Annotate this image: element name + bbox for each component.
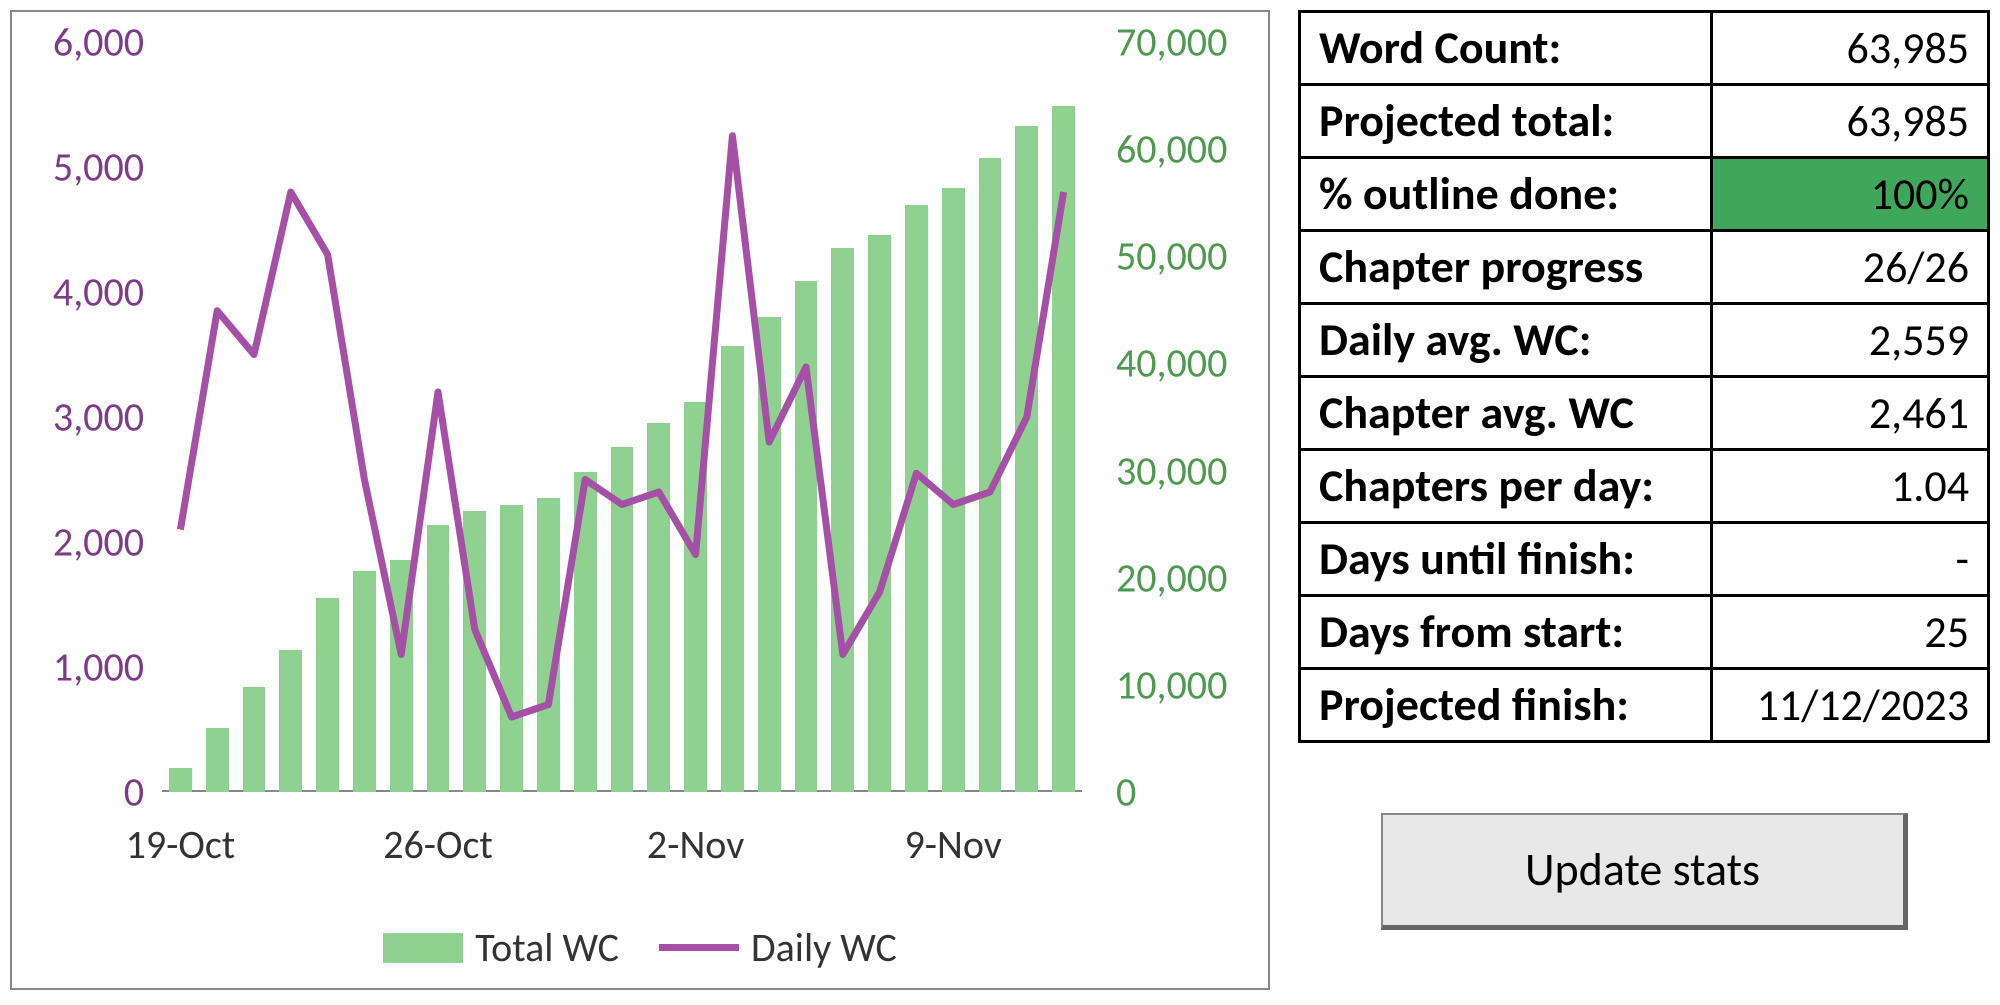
stats-value: 100% <box>1712 158 1989 231</box>
update-stats-label: Update stats <box>1525 842 1760 898</box>
stats-value: 63,985 <box>1712 12 1989 85</box>
x-tick: 26-Oct <box>383 820 493 869</box>
x-tick: 19-Oct <box>126 820 236 869</box>
stats-label: Chapters per day: <box>1300 450 1712 523</box>
stats-value: 26/26 <box>1712 231 1989 304</box>
stats-label: Projected total: <box>1300 85 1712 158</box>
right-y-tick: 70,000 <box>1116 18 1276 67</box>
left-y-tick: 1,000 <box>4 643 144 692</box>
chart-legend: Total WC Daily WC <box>12 923 1268 972</box>
right-y-tick: 50,000 <box>1116 232 1276 281</box>
left-y-tick: 6,000 <box>4 18 144 67</box>
right-y-tick: 60,000 <box>1116 125 1276 174</box>
legend-label-daily: Daily WC <box>751 923 897 972</box>
stats-value: 1.04 <box>1712 450 1989 523</box>
stats-label: Chapter avg. WC <box>1300 377 1712 450</box>
stats-label: Word Count: <box>1300 12 1712 85</box>
stats-row: Days from start:25 <box>1300 596 1989 669</box>
legend-item-daily: Daily WC <box>659 923 897 972</box>
stats-panel: Word Count:63,985Projected total:63,985%… <box>1298 10 1990 995</box>
right-y-tick: 40,000 <box>1116 339 1276 388</box>
daily-wc-line <box>162 42 1082 792</box>
update-stats-button[interactable]: Update stats <box>1381 813 1908 930</box>
stats-value: 63,985 <box>1712 85 1989 158</box>
left-y-tick: 2,000 <box>4 518 144 567</box>
x-tick: 2-Nov <box>647 820 744 869</box>
stats-row: Chapter avg. WC2,461 <box>1300 377 1989 450</box>
stats-row: Projected total:63,985 <box>1300 85 1989 158</box>
stats-value: 2,461 <box>1712 377 1989 450</box>
stats-table: Word Count:63,985Projected total:63,985%… <box>1298 10 1990 743</box>
x-axis: 19-Oct26-Oct2-Nov9-Nov <box>162 812 1082 872</box>
stats-label: % outline done: <box>1300 158 1712 231</box>
stats-label: Daily avg. WC: <box>1300 304 1712 377</box>
stats-value: 2,559 <box>1712 304 1989 377</box>
stats-row: Daily avg. WC:2,559 <box>1300 304 1989 377</box>
legend-swatch-line <box>659 944 739 951</box>
stats-row: Word Count:63,985 <box>1300 12 1989 85</box>
left-y-tick: 4,000 <box>4 268 144 317</box>
left-y-axis: 01,0002,0003,0004,0005,0006,000 <box>12 42 152 812</box>
stats-value: - <box>1712 523 1989 596</box>
legend-label-total: Total WC <box>475 923 619 972</box>
left-y-tick: 3,000 <box>4 393 144 442</box>
right-y-axis: 010,00020,00030,00040,00050,00060,00070,… <box>1108 42 1268 812</box>
legend-swatch-bar <box>383 933 463 963</box>
stats-label: Chapter progress <box>1300 231 1712 304</box>
stats-value: 25 <box>1712 596 1989 669</box>
stats-row: % outline done:100% <box>1300 158 1989 231</box>
left-y-tick: 5,000 <box>4 143 144 192</box>
word-count-chart: 01,0002,0003,0004,0005,0006,000 010,0002… <box>10 10 1270 990</box>
plot-area <box>162 42 1082 792</box>
right-y-tick: 10,000 <box>1116 660 1276 709</box>
legend-item-total: Total WC <box>383 923 619 972</box>
stats-row: Days until finish:- <box>1300 523 1989 596</box>
stats-row: Projected finish:11/12/2023 <box>1300 669 1989 742</box>
stats-label: Projected finish: <box>1300 669 1712 742</box>
stats-label: Days until finish: <box>1300 523 1712 596</box>
right-y-tick: 20,000 <box>1116 553 1276 602</box>
stats-row: Chapter progress26/26 <box>1300 231 1989 304</box>
right-y-tick: 0 <box>1116 768 1276 817</box>
left-y-tick: 0 <box>4 768 144 817</box>
stats-value: 11/12/2023 <box>1712 669 1989 742</box>
stats-row: Chapters per day:1.04 <box>1300 450 1989 523</box>
x-tick: 9-Nov <box>905 820 1002 869</box>
stats-label: Days from start: <box>1300 596 1712 669</box>
right-y-tick: 30,000 <box>1116 446 1276 495</box>
